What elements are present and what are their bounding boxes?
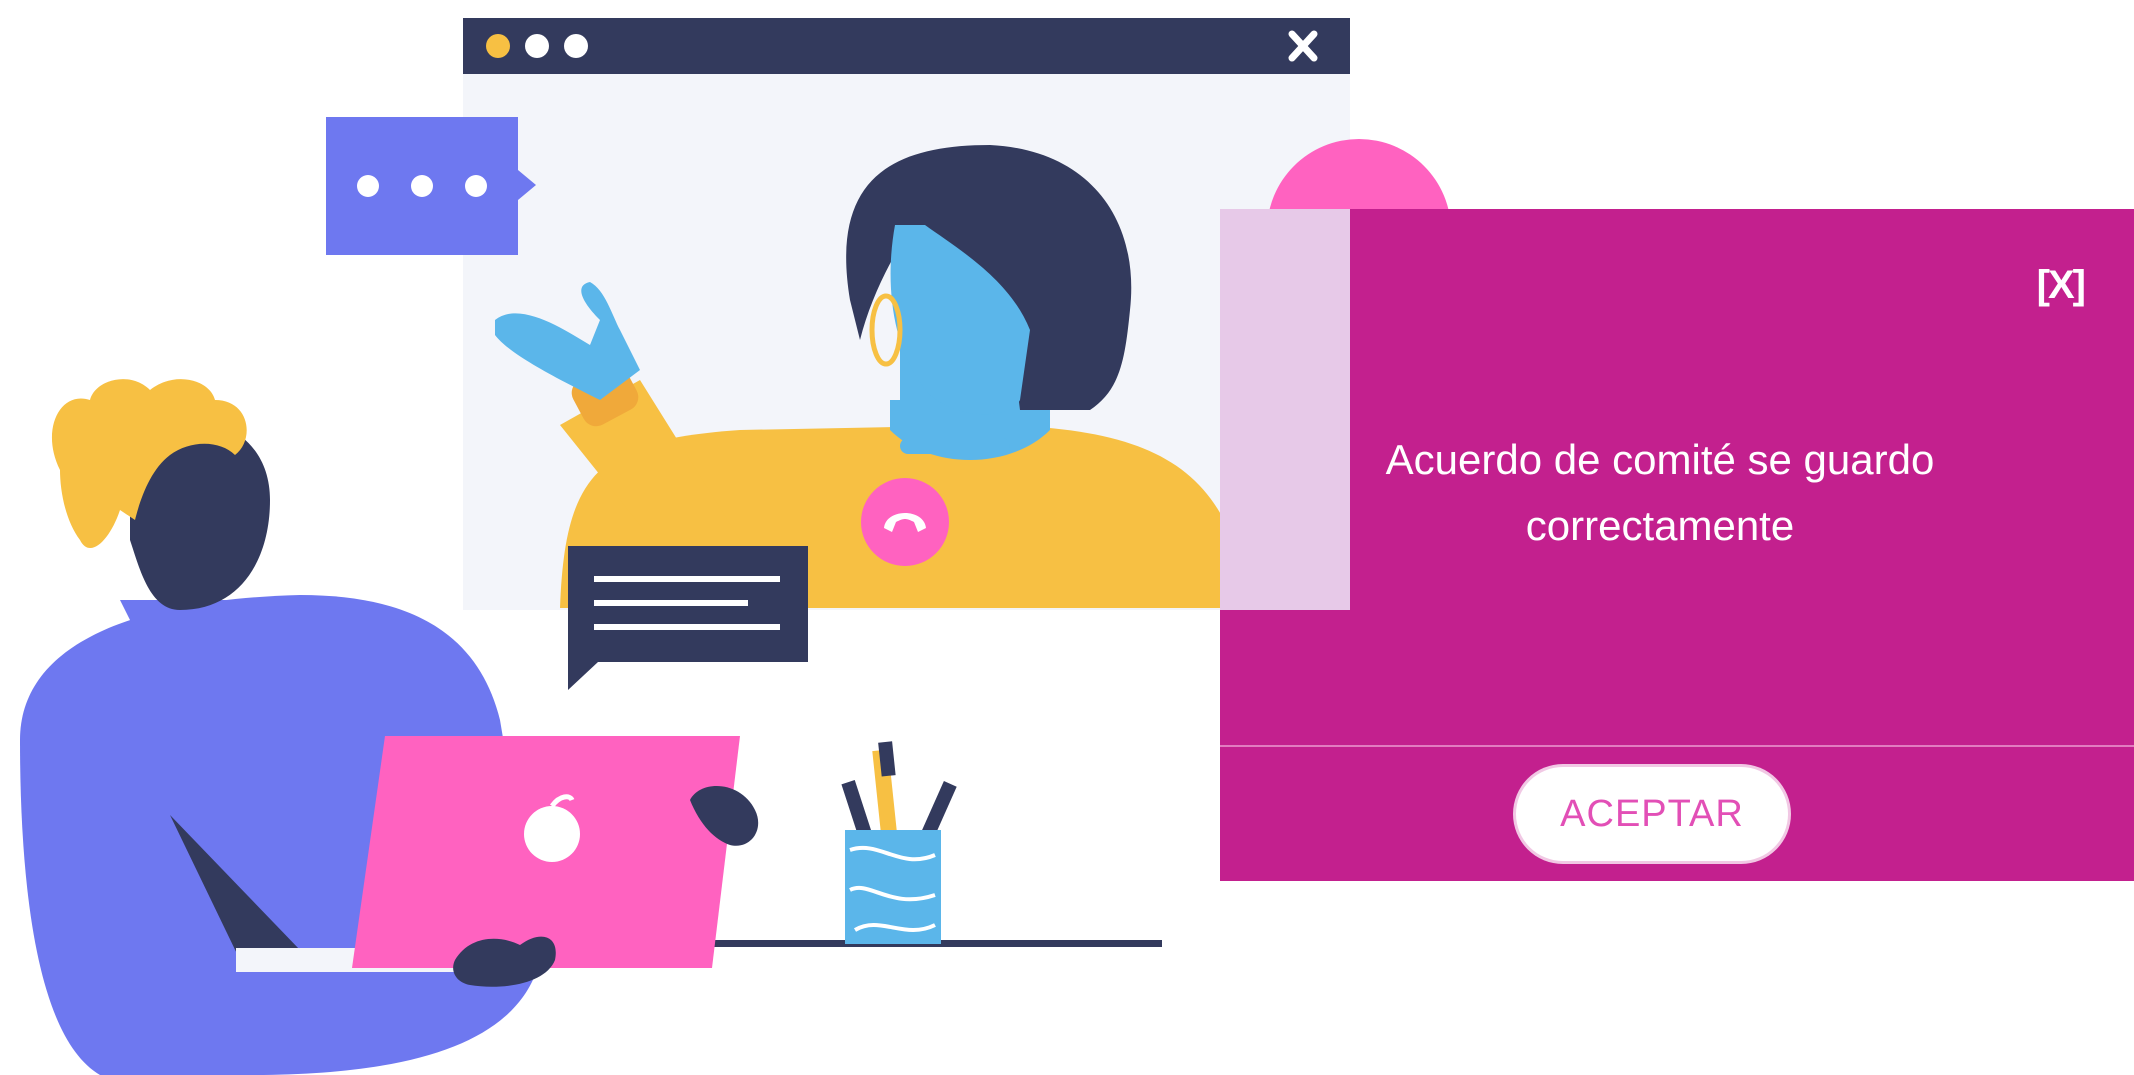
pencil-cup <box>841 741 957 944</box>
modal-overlap-tint <box>1220 209 1350 610</box>
accept-button[interactable]: ACEPTAR <box>1516 767 1788 861</box>
chat-bubble-icon <box>568 546 808 690</box>
typing-bubble-icon <box>326 117 536 255</box>
success-dialog: [X] Acuerdo de comité se guardo correcta… <box>1220 209 2134 881</box>
dialog-message: Acuerdo de comité se guardo correctament… <box>1385 436 1935 549</box>
window-dots-icon <box>486 34 588 58</box>
window-titlebar <box>463 18 1350 74</box>
phone-hangup-icon <box>861 478 949 566</box>
close-button[interactable]: [X] <box>2037 263 2086 308</box>
dialog-footer: ACEPTAR <box>1220 747 2134 881</box>
